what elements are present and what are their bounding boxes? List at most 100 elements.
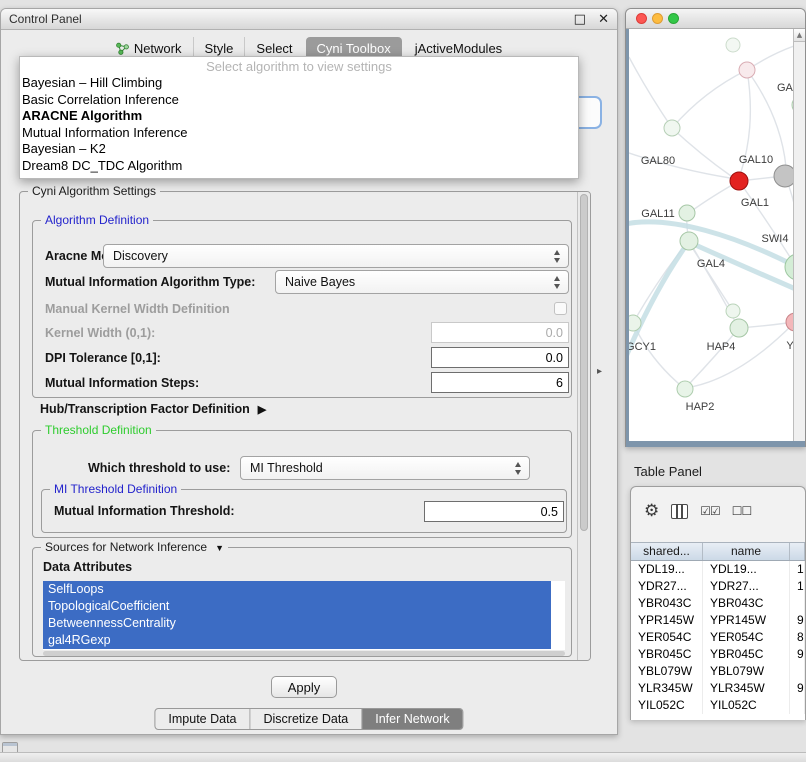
algorithm-option-bayesian-k2[interactable]: Bayesian – K2 xyxy=(20,141,578,158)
table-cell: YDR27... xyxy=(631,578,703,595)
tab-label: Cyni Toolbox xyxy=(317,41,391,56)
network-canvas[interactable]: GAL80GALGAL10GAL11SWI4GAL4GCY1HAP4YHAP2G… xyxy=(629,29,793,441)
table-toolbar: ⚙ ☑☑ ☐☐ xyxy=(631,493,805,529)
data-attribute-item-selfloops[interactable]: SelfLoops xyxy=(43,581,551,598)
network-edge xyxy=(636,329,685,389)
table-row[interactable]: YLR345WYLR345W9. xyxy=(631,680,805,697)
algorithm-option-dream8-dc-tdc-algorithm[interactable]: Dream8 DC_TDC Algorithm xyxy=(20,158,578,175)
mi-threshold-title: MI Threshold Definition xyxy=(50,482,181,497)
table-row[interactable]: YBR045CYBR045C9. xyxy=(631,646,805,663)
hub-definition-label: Hub/Transcription Factor Definition xyxy=(40,402,250,416)
mi-threshold-label: Mutual Information Threshold: xyxy=(54,499,235,523)
list-horizontal-scrollbar[interactable] xyxy=(43,651,565,656)
table-cell: YBR043C xyxy=(703,595,790,612)
select-all-columns-icon[interactable]: ☑☑ xyxy=(700,505,720,517)
popup-placeholder: Select algorithm to view settings xyxy=(20,58,578,75)
manual-kernel-checkbox[interactable] xyxy=(554,302,567,315)
close-window-icon[interactable]: ✕ xyxy=(598,12,609,27)
table-row[interactable]: YER054CYER054C8. xyxy=(631,629,805,646)
table-cell: YER054C xyxy=(703,629,790,646)
table-row[interactable]: YPR145WYPR145W9. xyxy=(631,612,805,629)
bottom-tab-impute-data[interactable]: Impute Data xyxy=(155,709,249,729)
aracne-mode-value: Discovery xyxy=(113,245,168,267)
tab-label: jActiveModules xyxy=(415,41,502,56)
kernel-width-input[interactable] xyxy=(431,322,569,343)
network-node-gal4[interactable] xyxy=(680,232,698,250)
table-cell: 9. xyxy=(790,612,805,629)
bottom-tab-infer-network[interactable]: Infer Network xyxy=(361,709,462,729)
tab-label: Style xyxy=(205,41,234,56)
scroll-up-icon[interactable]: ▲ xyxy=(794,29,805,42)
sources-toggle[interactable]: Sources for Network Inference▼ xyxy=(41,540,228,556)
table-row[interactable]: YDR27...YDR27...12 xyxy=(631,578,805,595)
show-columns-icon[interactable] xyxy=(671,504,688,519)
node-label: GAL1 xyxy=(741,197,769,209)
column-header-shared[interactable]: shared... xyxy=(631,543,703,560)
close-traffic-light-icon[interactable] xyxy=(636,13,647,24)
panel-splitter-arrow-icon[interactable]: ▸ xyxy=(597,366,602,377)
apply-button[interactable]: Apply xyxy=(271,676,337,698)
scrollbar-thumb[interactable] xyxy=(580,194,588,531)
table-row[interactable]: YDL19...YDL19...13 xyxy=(631,561,805,578)
gear-icon[interactable]: ⚙ xyxy=(644,503,659,520)
deselect-all-columns-icon[interactable]: ☐☐ xyxy=(732,505,752,517)
network-node-swi4[interactable] xyxy=(785,254,793,280)
network-node-gal10[interactable] xyxy=(730,172,748,190)
table-row[interactable]: YBL079WYBL079W xyxy=(631,663,805,680)
table-cell xyxy=(790,697,805,714)
network-node[interactable] xyxy=(726,38,740,52)
column-header-name[interactable]: name xyxy=(703,543,790,560)
bottom-tab-discretize-data[interactable]: Discretize Data xyxy=(250,709,362,729)
network-node-hap2[interactable] xyxy=(677,381,693,397)
network-node[interactable] xyxy=(726,304,740,318)
aracne-mode-select[interactable]: Discovery xyxy=(103,244,569,268)
table-row[interactable]: YIL052CYIL052C xyxy=(631,697,805,714)
zoom-traffic-light-icon[interactable] xyxy=(668,13,679,24)
algorithm-option-basic-correlation-inference[interactable]: Basic Correlation Inference xyxy=(20,92,578,109)
kernel-width-label: Kernel Width (0,1): xyxy=(45,321,155,345)
minimize-traffic-light-icon[interactable] xyxy=(652,13,663,24)
network-node-gcy1[interactable] xyxy=(629,315,641,331)
threshold-type-select[interactable]: MI Threshold xyxy=(240,456,530,480)
algorithm-combobox-focus-fragment[interactable] xyxy=(575,96,602,129)
network-node-hap4[interactable] xyxy=(730,319,748,337)
table-cell: YBL079W xyxy=(703,663,790,680)
table-cell xyxy=(790,595,805,612)
mi-steps-label: Mutual Information Steps: xyxy=(45,371,199,395)
window-controls: □ ✕ xyxy=(566,9,609,30)
settings-group-title: Cyni Algorithm Settings xyxy=(28,184,160,199)
network-node-gal80[interactable] xyxy=(664,120,680,136)
network-view-frame: GAL80GALGAL10GAL11SWI4GAL4GCY1HAP4YHAP2G… xyxy=(626,29,805,447)
data-attribute-item-betweennesscentrality[interactable]: BetweennessCentrality xyxy=(43,615,551,632)
network-vertical-scrollbar[interactable]: ▲ xyxy=(793,29,805,441)
algorithm-option-bayesian-hill-climbing[interactable]: Bayesian – Hill Climbing xyxy=(20,75,578,92)
network-node[interactable] xyxy=(774,165,793,187)
table-cell: YBR045C xyxy=(703,646,790,663)
settings-vertical-scrollbar[interactable] xyxy=(577,192,590,660)
table-cell: 13 xyxy=(790,561,805,578)
network-node-gal11[interactable] xyxy=(679,205,695,221)
algorithm-option-aracne-algorithm[interactable]: ARACNE Algorithm xyxy=(20,108,578,125)
network-node-y[interactable] xyxy=(786,313,793,331)
float-window-icon[interactable]: □ xyxy=(574,12,586,27)
data-attribute-item-gal4rgexp[interactable]: gal4RGexp xyxy=(43,632,551,649)
control-panel-window: Control Panel □ ✕ NetworkStyleSelectCyni… xyxy=(0,8,618,735)
data-attribute-item-topologicalcoefficient[interactable]: TopologicalCoefficient xyxy=(43,598,551,615)
mi-threshold-input[interactable] xyxy=(424,501,564,522)
table-row[interactable]: YBR043CYBR043C xyxy=(631,595,805,612)
table-cell: YBL079W xyxy=(631,663,703,680)
table-cell: 9. xyxy=(790,680,805,697)
table-cell: 9. xyxy=(790,646,805,663)
column-header-blank[interactable] xyxy=(790,543,805,560)
control-panel-titlebar: Control Panel □ ✕ xyxy=(1,9,617,30)
expanded-arrow-icon: ▼ xyxy=(215,543,224,553)
tab-label: Select xyxy=(256,41,292,56)
node-label: GCY1 xyxy=(629,341,656,353)
network-node[interactable] xyxy=(739,62,755,78)
algorithm-option-mutual-information-inference[interactable]: Mutual Information Inference xyxy=(20,125,578,142)
hub-definition-toggle[interactable]: Hub/Transcription Factor Definition▶ xyxy=(40,402,266,416)
mi-algorithm-type-select[interactable]: Naive Bayes xyxy=(275,270,569,294)
dpi-tolerance-input[interactable] xyxy=(431,347,569,368)
mi-steps-input[interactable] xyxy=(431,372,569,393)
table-cell: YER054C xyxy=(631,629,703,646)
